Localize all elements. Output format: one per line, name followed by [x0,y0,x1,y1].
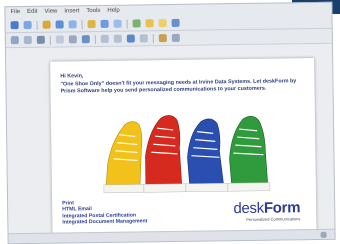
brand-tagline: Personalized Communications [246,216,301,222]
text-tool-icon[interactable] [68,35,77,44]
menu-edit[interactable]: Edit [27,9,37,15]
red-sneaker [143,115,187,193]
product-item: Integrated Document Management [62,218,148,226]
brand-name-bold: Form [263,199,301,217]
search-icon[interactable] [87,20,96,29]
editor-window: File Edit View Insert Tools Help Hi Kevi… [4,1,336,244]
letter-text: Hi Kevin, "One Shoe Only" doesn't fit yo… [60,70,304,96]
settings-icon[interactable] [171,18,180,27]
yellow-sneaker [103,121,145,194]
menu-tools[interactable]: Tools [86,8,100,14]
sneakers-image [103,115,271,194]
copy-icon[interactable] [23,35,32,45]
toolbar-divider [126,19,128,29]
align-left-icon[interactable] [100,34,109,43]
toolbar-divider [152,33,154,43]
align-center-icon[interactable] [113,34,122,43]
blue-sneaker [185,118,229,193]
folder-icon[interactable] [158,19,167,28]
document-page[interactable]: Hi Kevin, "One Shoe Only" doesn't fit yo… [50,57,317,240]
zoom-icon[interactable] [126,34,135,43]
toolbar-divider [94,34,96,44]
save-icon[interactable] [55,20,64,29]
mail-icon[interactable] [132,19,141,28]
deskform-logo: deskForm Personalized Communications [233,199,301,222]
back-icon[interactable] [10,21,19,30]
color-picker-icon[interactable] [158,34,167,43]
brand-name: deskForm [233,199,301,218]
edit-icon[interactable] [145,19,154,28]
select-tool-icon[interactable] [55,35,64,44]
document-canvas[interactable]: Hi Kevin, "One Shoe Only" doesn't fit yo… [5,43,335,240]
brand-name-light: desk [233,199,265,218]
menu-view[interactable]: View [44,9,57,15]
toolbar-divider [81,19,83,29]
align-right-icon[interactable] [139,34,148,43]
history-icon[interactable] [113,19,122,28]
menu-file[interactable]: File [10,9,20,15]
toolbar-divider [49,35,51,45]
menu-help[interactable]: Help [107,8,119,14]
paste-icon[interactable] [36,35,45,44]
green-sneaker [227,116,271,192]
image-tool-icon[interactable] [81,35,90,44]
new-document-icon[interactable] [10,36,19,45]
open-folder-icon[interactable] [42,20,51,29]
status-icon [320,231,327,238]
print-icon[interactable] [68,20,77,29]
forward-icon[interactable] [23,20,32,30]
letter-body: "One Shoe Only" doesn't fit your messagi… [60,78,297,95]
options-icon[interactable] [171,33,180,42]
product-list: Print HTML Email Integrated Postal Certi… [62,199,147,226]
favorites-icon[interactable] [100,19,109,28]
menu-insert[interactable]: Insert [64,8,79,14]
toolbar-divider [36,20,38,30]
